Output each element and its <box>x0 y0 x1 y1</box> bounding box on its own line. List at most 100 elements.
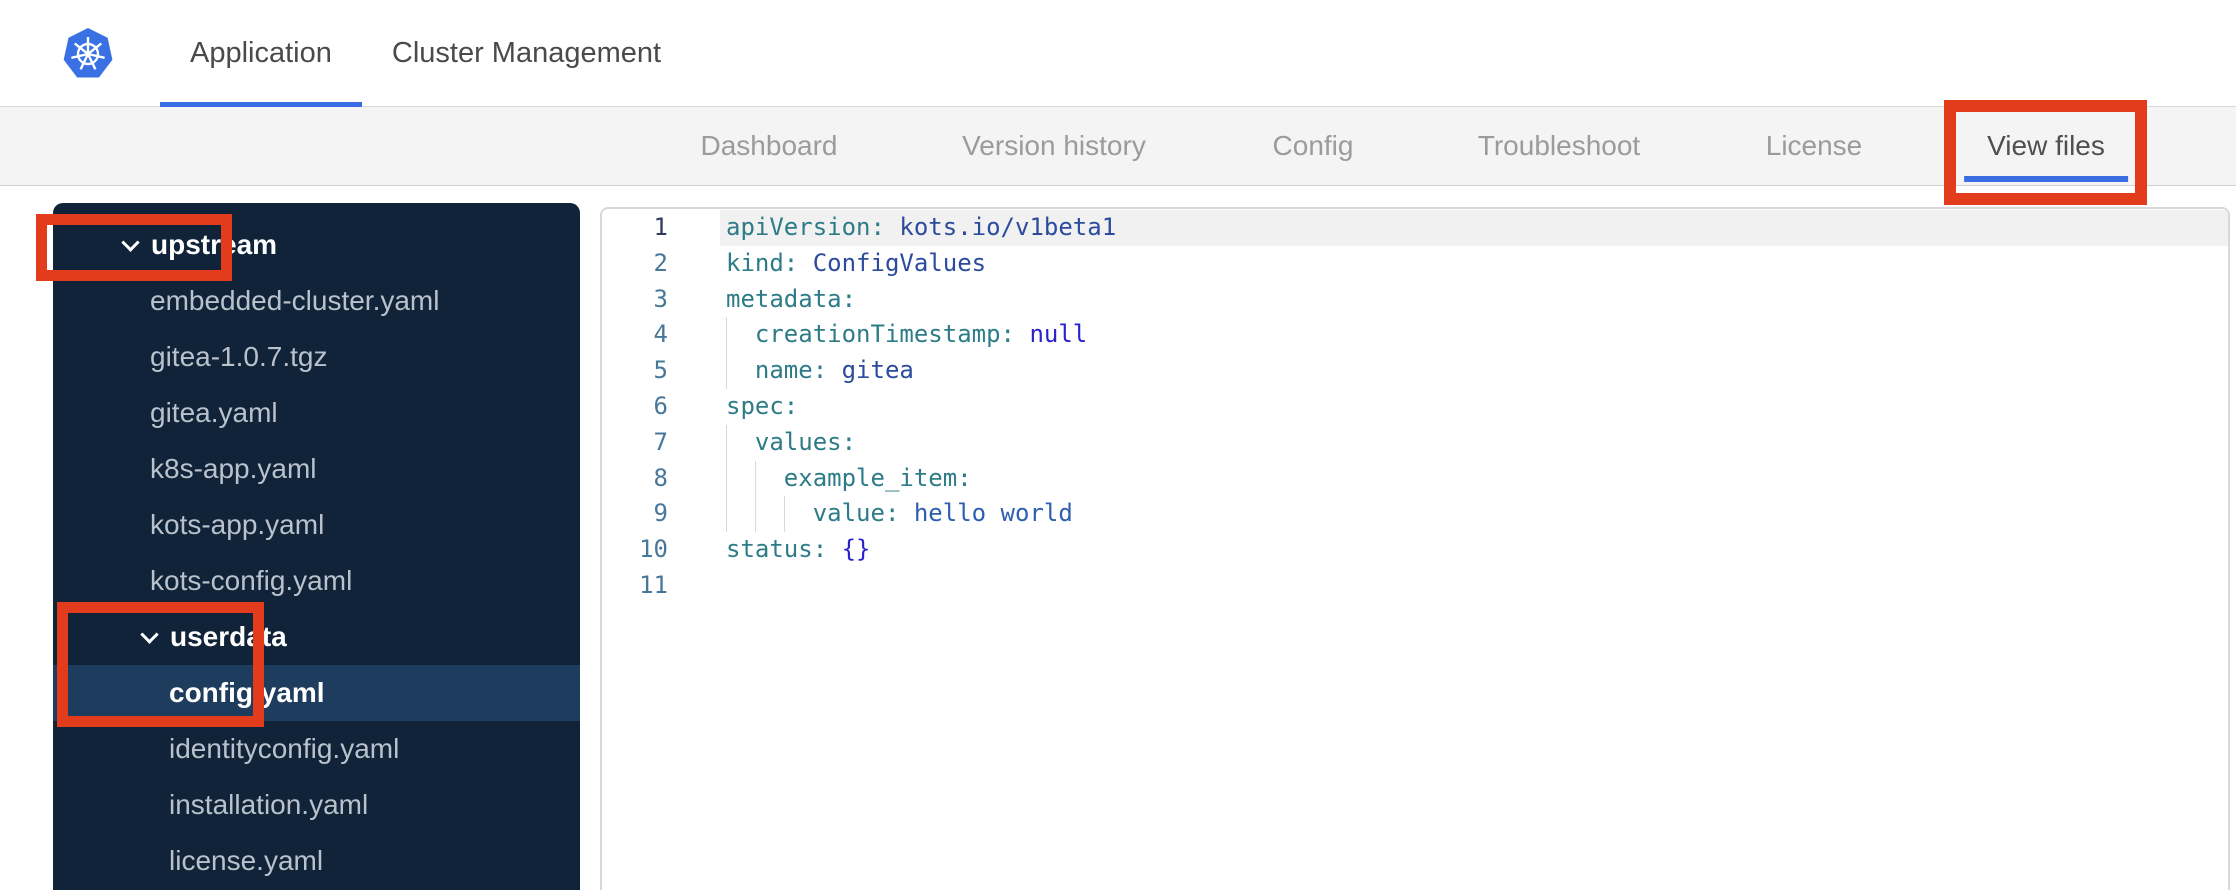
header-tabs: Application Cluster Management <box>160 0 691 107</box>
tree-file-kots-app-yaml[interactable]: kots-app.yaml <box>53 497 580 553</box>
tree-item-label: installation.yaml <box>169 789 369 820</box>
line-number: 4 <box>653 320 668 349</box>
code-line-7: 7 values: <box>602 424 2228 461</box>
nav-item-label: Config <box>1272 130 1354 161</box>
nav-item-version-history[interactable]: Version history <box>962 107 1146 185</box>
tree-file-license-yaml[interactable]: license.yaml <box>53 833 580 889</box>
line-number: 7 <box>653 427 668 456</box>
token-ws <box>726 499 813 527</box>
header-tab-label: Cluster Management <box>391 37 662 69</box>
tree-file-embedded-cluster-yaml[interactable]: embedded-cluster.yaml <box>53 273 580 329</box>
tree-item-label: kots-config.yaml <box>150 565 353 596</box>
yaml-editor[interactable]: 1 apiVersion: kots.io/v1beta1 2 kind: Confi… <box>600 207 2230 890</box>
token-ws <box>899 499 913 527</box>
tree-item-label: k8s-app.yaml <box>150 453 317 484</box>
token-key: metadata: <box>726 284 857 313</box>
code-line-2: 2 kind: ConfigValues <box>602 246 2228 282</box>
code-line-10: 10 status: {} <box>602 532 2228 568</box>
kots-admin-console: Application Cluster Management Dashboard V… <box>0 0 2236 890</box>
code-line-6: 6 spec: <box>602 389 2228 425</box>
tree-file-k8s-app-yaml[interactable]: k8s-app.yaml <box>53 441 580 497</box>
line-number: 3 <box>653 284 668 313</box>
code-content: values: <box>668 424 2228 461</box>
tree-item-label: identityconfig.yaml <box>169 733 400 764</box>
nav-item-view-files[interactable]: View files <box>1987 107 2105 185</box>
token-ws <box>885 213 899 241</box>
nav-item-troubleshoot[interactable]: Troubleshoot <box>1478 107 1640 185</box>
line-number: 2 <box>653 248 668 277</box>
nav-item-label: View files <box>1987 130 2105 161</box>
token-key: values: <box>754 427 857 456</box>
token-key: creationTimestamp: <box>754 320 1015 349</box>
tree-file-config-yaml[interactable]: config.yaml <box>53 665 580 721</box>
token-val: kots.io/v1beta1 <box>899 213 1117 241</box>
code-content: creationTimestamp: null <box>668 317 2228 354</box>
token-ws <box>726 428 755 456</box>
code-line-4: 4 creationTimestamp: null <box>602 317 2228 354</box>
code-line-11: 11 <box>602 568 2228 604</box>
line-number: 9 <box>653 499 668 528</box>
token-val: ConfigValues <box>812 248 987 277</box>
token-key: name: <box>754 356 828 385</box>
code-line-9: 9 value: hello world <box>602 496 2228 533</box>
header-tab-label: Application <box>190 37 332 69</box>
nav-item-config[interactable]: Config <box>1273 107 1354 185</box>
tree-file-gitea-yaml[interactable]: gitea.yaml <box>53 385 580 441</box>
token-key: apiVersion: <box>726 213 885 241</box>
app-header: Application Cluster Management <box>0 0 2236 107</box>
token-str: hello world <box>913 499 1073 528</box>
code-content: example_item: <box>668 460 2228 497</box>
code-line-3: 3 metadata: <box>602 282 2228 318</box>
header-tab-application[interactable]: Application <box>160 0 362 107</box>
tree-folder-upstream[interactable]: upstream <box>53 217 580 273</box>
tree-file-gitea-1-0-7-tgz[interactable]: gitea-1.0.7.tgz <box>53 329 580 385</box>
token-key: spec: <box>726 391 799 420</box>
token-key: example_item: <box>783 463 972 492</box>
nav-item-dashboard[interactable]: Dashboard <box>701 107 838 185</box>
code-line-1: 1 apiVersion: kots.io/v1beta1 <box>602 210 2228 246</box>
nav-item-license[interactable]: License <box>1766 107 1863 185</box>
tree-file-identityconfig-yaml[interactable]: identityconfig.yaml <box>53 721 580 777</box>
chevron-down-icon <box>140 624 159 644</box>
code-content: kind: ConfigValues <box>668 246 2228 282</box>
token-ws <box>726 356 755 384</box>
code-line-8: 8 example_item: <box>602 460 2228 497</box>
code-content: spec: <box>668 389 2228 425</box>
token-key: status: <box>726 535 828 564</box>
code-content: metadata: <box>668 282 2228 318</box>
tree-item-label: license.yaml <box>169 845 324 876</box>
token-val: gitea <box>841 356 914 385</box>
token-ws <box>1015 320 1029 348</box>
line-number: 8 <box>653 463 668 492</box>
token-atom: {} <box>841 535 871 564</box>
line-number: 6 <box>653 391 668 420</box>
token-ws <box>827 356 841 384</box>
code-content: value: hello world <box>668 496 2228 533</box>
tree-item-label: userdata <box>170 621 287 652</box>
line-number: 10 <box>639 535 668 564</box>
code-line-5: 5 name: gitea <box>602 353 2228 389</box>
tree-file-installation-yaml[interactable]: installation.yaml <box>53 777 580 833</box>
token-ws <box>726 464 784 492</box>
token-ws <box>798 249 812 277</box>
tree-item-label: gitea.yaml <box>150 397 278 428</box>
line-number: 1 <box>653 213 668 241</box>
header-tab-cluster-management[interactable]: Cluster Management <box>362 0 691 107</box>
app-subnav: Dashboard Version history Config Troublesho… <box>0 107 2236 186</box>
tree-item-label: embedded-cluster.yaml <box>150 285 440 316</box>
file-tree-sidebar: upstream embedded-cluster.yaml gitea-1.0.7… <box>53 203 580 890</box>
code-content <box>668 568 2228 604</box>
nav-item-label: Version history <box>962 130 1146 161</box>
tree-file-kots-config-yaml[interactable]: kots-config.yaml <box>53 553 580 609</box>
token-key: kind: <box>726 248 799 277</box>
token-key: value: <box>812 499 900 528</box>
tree-item-label: config.yaml <box>169 677 325 708</box>
tree-folder-userdata[interactable]: userdata <box>53 609 580 665</box>
token-ws <box>827 535 841 563</box>
chevron-down-icon <box>121 232 140 252</box>
nav-item-label: License <box>1765 130 1863 161</box>
kubernetes-logo <box>63 28 113 78</box>
code-content: name: gitea <box>668 353 2228 389</box>
line-number: 11 <box>639 570 668 599</box>
token-ws <box>726 320 755 348</box>
